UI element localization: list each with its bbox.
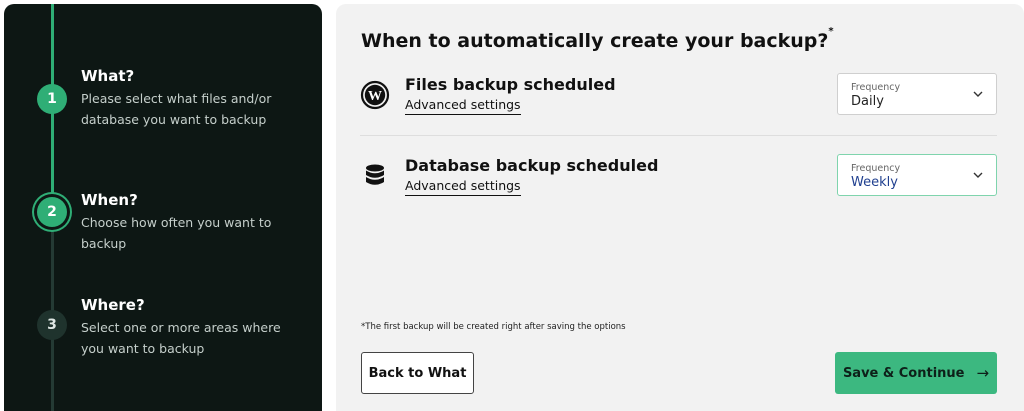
arrow-right-icon: → — [976, 364, 990, 382]
step-2-description: Choose how often you want to backup — [81, 215, 272, 251]
svg-text:W: W — [368, 89, 382, 104]
save-button-label: Save & Continue — [842, 365, 965, 381]
database-frequency-select[interactable]: Frequency Weekly — [837, 154, 997, 196]
footnote: *The first backup will be created right … — [361, 322, 626, 332]
schedule-panel: When to automatically create your backup… — [336, 4, 1024, 411]
wordpress-icon: W — [360, 80, 390, 110]
database-frequency-label: Frequency — [851, 163, 901, 174]
back-button[interactable]: Back to What — [361, 352, 474, 394]
files-backup-title: Files backup scheduled — [405, 75, 616, 94]
page-title-asterisk: * — [828, 26, 834, 37]
files-frequency-label: Frequency — [851, 82, 901, 93]
step-2-number[interactable]: 2 — [37, 197, 67, 227]
page-title: When to automatically create your backup… — [361, 26, 834, 52]
back-button-label: Back to What — [368, 365, 467, 381]
chevron-down-icon — [973, 172, 983, 178]
step-2-title[interactable]: When? — [81, 191, 138, 209]
step-3-number[interactable]: 3 — [37, 310, 67, 340]
chevron-down-icon — [973, 91, 983, 97]
files-frequency-value: Daily — [851, 94, 884, 109]
database-backup-title: Database backup scheduled — [405, 156, 659, 175]
row-divider — [360, 135, 997, 136]
step-3-description: Select one or more areas where you want … — [81, 320, 281, 356]
database-advanced-settings-link[interactable]: Advanced settings — [405, 178, 521, 196]
step-1-title[interactable]: What? — [81, 67, 134, 85]
steps-sidebar: 1 What? Please select what files and/or … — [4, 4, 322, 411]
files-frequency-select[interactable]: Frequency Daily — [837, 73, 997, 115]
step-1-description: Please select what files and/or database… — [81, 91, 272, 127]
database-icon — [366, 164, 384, 185]
files-advanced-settings-link[interactable]: Advanced settings — [405, 97, 521, 115]
save-continue-button[interactable]: Save & Continue → — [835, 352, 997, 394]
step-3-title[interactable]: Where? — [81, 296, 145, 314]
step-1-number[interactable]: 1 — [37, 84, 67, 114]
page-title-text: When to automatically create your backup… — [361, 30, 829, 52]
database-frequency-value: Weekly — [851, 175, 898, 190]
